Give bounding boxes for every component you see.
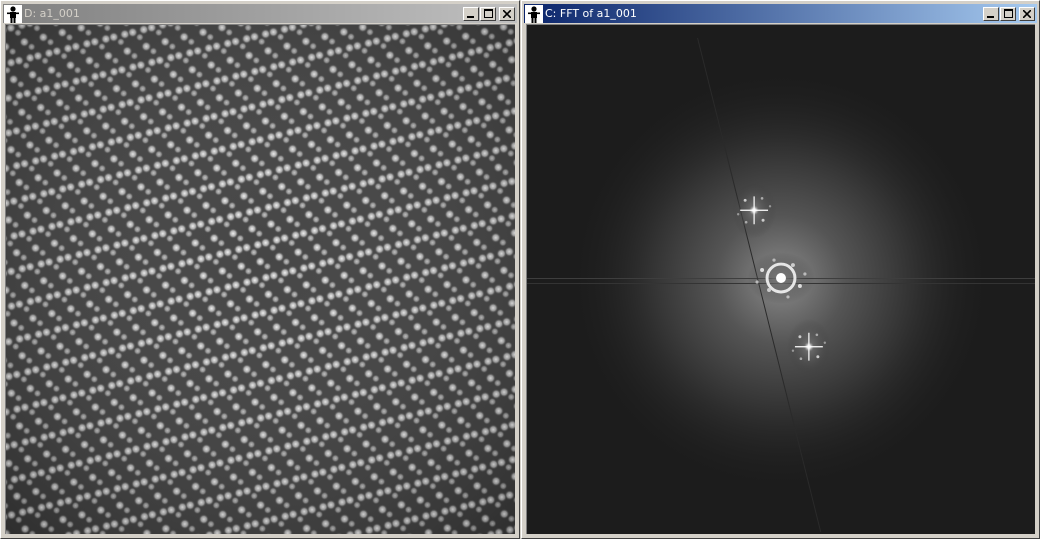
minimize-button[interactable] xyxy=(463,6,479,21)
close-icon xyxy=(503,9,511,18)
person-app-icon[interactable] xyxy=(4,4,22,23)
image-window[interactable]: D: a1_001 xyxy=(0,0,520,539)
lattice-image-canvas xyxy=(6,25,515,534)
close-icon xyxy=(1023,9,1031,18)
minimize-icon xyxy=(467,15,474,18)
maximize-button[interactable] xyxy=(1000,6,1016,21)
window-controls xyxy=(462,6,515,21)
close-button[interactable] xyxy=(499,6,515,21)
close-button[interactable] xyxy=(1019,6,1035,21)
window-title: C: FFT of a1_001 xyxy=(545,7,637,20)
fft-image-canvas xyxy=(527,25,1035,534)
minimize-icon xyxy=(987,15,994,18)
maximize-icon xyxy=(1003,9,1013,18)
maximize-button[interactable] xyxy=(480,6,496,21)
window-controls xyxy=(982,6,1035,21)
window-title: D: a1_001 xyxy=(24,7,80,20)
fft-window[interactable]: C: FFT of a1_001 xyxy=(521,0,1040,539)
maximize-icon xyxy=(483,9,493,18)
person-app-icon[interactable] xyxy=(525,4,543,23)
minimize-button[interactable] xyxy=(983,6,999,21)
image-window-titlebar[interactable]: D: a1_001 xyxy=(3,4,517,23)
atomic-lattice-image[interactable] xyxy=(5,24,515,534)
fft-spectrum-image[interactable] xyxy=(526,24,1035,534)
fft-window-titlebar[interactable]: C: FFT of a1_001 xyxy=(524,4,1037,23)
